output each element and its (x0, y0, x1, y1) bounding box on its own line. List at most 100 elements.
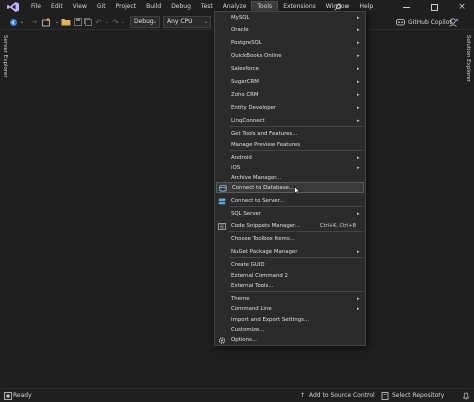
close-icon: × (458, 1, 466, 12)
code-snippets-icon (218, 223, 226, 230)
menu-item-label: External Tools... (231, 283, 274, 289)
tools-menu-item-code-snippets-manager[interactable]: Code Snippets Manager... Ctrl+K, Ctrl+B (216, 221, 364, 232)
maximize-button[interactable] (424, 0, 444, 14)
save-all-icon[interactable] (83, 17, 92, 27)
menu-project[interactable]: Project (111, 1, 142, 13)
repository-icon (381, 392, 389, 400)
menu-file[interactable]: File (26, 1, 46, 13)
menu-build[interactable]: Build (141, 1, 166, 13)
search-chevron-icon: ⌄ (344, 4, 349, 10)
notifications-icon[interactable] (462, 392, 470, 400)
submenu-arrow-icon: ▸ (357, 249, 360, 255)
forward-arrow-icon[interactable]: → (30, 17, 38, 27)
submenu-arrow-icon: ▸ (357, 92, 360, 98)
add-to-source-control-button[interactable]: Add to Source Control (309, 392, 375, 399)
tools-menu-item-sugarcrm[interactable]: SugarCRM ▸ (216, 77, 364, 88)
menu-item-label: SQL Server (231, 211, 262, 217)
redo-icon[interactable]: ↷ (111, 17, 120, 27)
chevron-up-icon: ˄ (438, 392, 441, 399)
minimize-button[interactable] (396, 0, 416, 14)
maximize-icon (430, 3, 438, 11)
submenu-arrow-icon: ▸ (357, 211, 360, 217)
submenu-arrow-icon: ▸ (357, 15, 360, 21)
menu-item-label: LinqConnect (231, 118, 265, 124)
left-tool-strip: Server Explorer (0, 30, 11, 388)
new-project-icon[interactable] (42, 17, 52, 27)
tools-menu-item-choose-toolbox-items[interactable]: Choose Toolbox Items... (216, 234, 364, 245)
menu-view[interactable]: View (68, 1, 92, 13)
menu-item-label: Zoho CRM (231, 92, 259, 98)
tools-menu-item-get-tools-and-features[interactable]: Get Tools and Features... (216, 129, 364, 140)
submenu-arrow-icon: ▸ (357, 105, 360, 111)
tools-menu-item-connect-to-database[interactable]: Connect to Database... (216, 182, 364, 193)
menu-item-label: Code Snippets Manager... (231, 223, 300, 229)
menu-item-label: Entity Developer (231, 105, 277, 111)
gear-icon (218, 337, 226, 344)
tools-menu-item-external-tools[interactable]: External Tools... (216, 281, 364, 292)
solution-explorer-tab[interactable]: Solution Explorer (465, 35, 471, 82)
menu-item-label: Manage Preview Features (231, 142, 301, 148)
undo-chevron-icon[interactable]: ⌄ (104, 17, 110, 27)
right-tool-strip: Solution Explorer (463, 30, 474, 388)
submenu-arrow-icon: ▸ (357, 40, 360, 46)
submenu-arrow-icon: ▸ (357, 79, 360, 85)
redo-chevron-icon[interactable]: ⌄ (120, 17, 126, 27)
tools-menu-dropdown: MySQL ▸ Oracle ▸ PostgreSQL ▸ QuickBooks Onlin… (214, 11, 366, 346)
server-explorer-tab[interactable]: Server Explorer (2, 35, 8, 78)
submenu-arrow-icon: ▸ (357, 27, 360, 33)
status-bar: Ready ↑ Add to Source Control ˄ Select R… (0, 388, 474, 402)
solution-configuration-value: Debug (134, 18, 154, 25)
connect-server-icon (218, 198, 226, 205)
menu-item-label: SugarCRM (231, 79, 259, 85)
open-folder-icon[interactable] (61, 17, 71, 27)
tools-menu-item-zoho-crm[interactable]: Zoho CRM ▸ (216, 90, 364, 101)
tools-menu-item-sql-server[interactable]: SQL Server ▸ (216, 209, 364, 220)
menu-item-label: Get Tools and Features... (231, 131, 298, 137)
mouse-cursor-icon (294, 185, 301, 197)
github-copilot-button[interactable]: GitHub Copilot (396, 16, 452, 28)
select-repository-button[interactable]: Select Repository (392, 392, 444, 399)
visual-studio-logo-icon[interactable] (0, 0, 26, 14)
tools-menu-item-oracle[interactable]: Oracle ▸ (216, 25, 364, 36)
github-copilot-label: GitHub Copilot (408, 18, 452, 26)
menu-item-label: Oracle (231, 27, 249, 33)
tools-menu-item-create-guid[interactable]: Create GUID (216, 260, 364, 271)
tools-menu-item-entity-developer[interactable]: Entity Developer ▸ (216, 103, 364, 114)
status-icon (4, 392, 12, 400)
minimize-icon (402, 6, 410, 8)
tools-menu-item-quickbooks-online[interactable]: QuickBooks Online ▸ (216, 51, 364, 62)
menu-item-label: Options... (231, 337, 257, 343)
submenu-arrow-icon: ▸ (357, 53, 360, 59)
tools-menu-item-connect-to-server[interactable]: Connect to Server... (216, 196, 364, 207)
submenu-arrow-icon: ▸ (357, 306, 360, 312)
menu-item-label: Command Line (231, 306, 272, 312)
chevron-down-icon: ⌄ (152, 19, 157, 25)
solution-platform-value: Any CPU (167, 18, 193, 25)
menu-debug[interactable]: Debug (166, 1, 196, 13)
tools-menu-item-postgresql[interactable]: PostgreSQL ▸ (216, 38, 364, 49)
copilot-icon (396, 19, 405, 26)
tools-menu-item-manage-preview-features[interactable]: Manage Preview Features (216, 140, 364, 151)
tools-menu-item-command-line[interactable]: Command Line ▸ (216, 304, 364, 315)
save-icon[interactable] (73, 17, 82, 27)
tools-menu-item-salesforce[interactable]: Salesforce ▸ (216, 64, 364, 75)
tools-menu-item-mysql[interactable]: MySQL ▸ (216, 13, 364, 24)
feedback-icon[interactable] (448, 17, 460, 27)
menu-item-label: PostgreSQL (231, 40, 262, 46)
menu-edit[interactable]: Edit (46, 1, 68, 13)
solution-configuration-combo[interactable]: Debug ⌄ (130, 16, 160, 28)
tools-menu-item-options[interactable]: Options... (216, 335, 364, 346)
navigate-forward-icon[interactable]: ⌄ (19, 17, 25, 27)
new-item-chevron-icon[interactable]: ⌄ (54, 17, 60, 27)
menu-item-label: MySQL (231, 15, 250, 21)
navigate-back-icon[interactable] (8, 17, 18, 27)
tools-menu-item-nuget-package-manager[interactable]: NuGet Package Manager ▸ (216, 247, 364, 258)
up-arrow-icon: ↑ (300, 392, 306, 399)
menu-git[interactable]: Git (92, 1, 111, 13)
menu-item-label: QuickBooks Online (231, 53, 282, 59)
chevron-down-icon: ⌄ (203, 19, 208, 25)
solution-platform-combo[interactable]: Any CPU ⌄ (163, 16, 211, 28)
tools-menu-item-linqconnect[interactable]: LinqConnect ▸ (216, 116, 364, 127)
undo-icon[interactable]: ↶ (94, 17, 103, 27)
close-button[interactable]: × (452, 0, 472, 14)
